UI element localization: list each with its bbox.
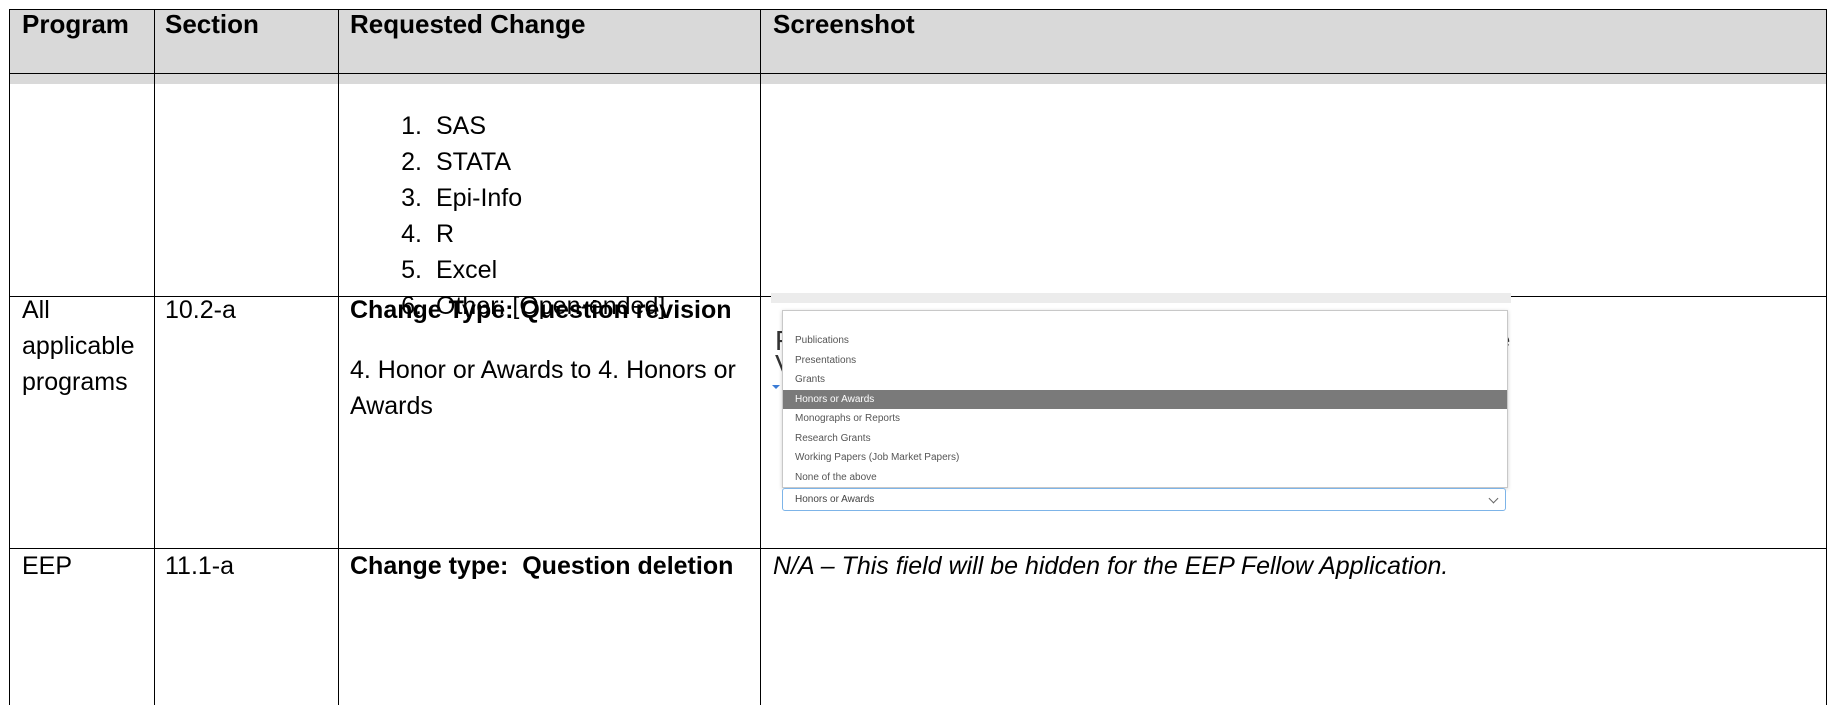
dropdown-option[interactable]: Honors or Awards [783, 389, 1507, 409]
program-line: programs [22, 368, 128, 396]
row3-change-type: Change type: Question deletion [350, 552, 734, 580]
list-item-number: 2. [401, 148, 422, 176]
dropdown-menu[interactable]: Publications Presentations Grants Honors or… [782, 310, 1508, 488]
dropdown-option[interactable]: Grants [783, 370, 1507, 390]
list-item: 3. Epi-Info [374, 180, 665, 216]
change-text-line: 4. Honor or Awards to 4. Honors or [350, 356, 736, 384]
list-item-number: 3. [401, 184, 422, 212]
row3-screenshot-note: N/A – This field will be hidden for the … [773, 552, 1449, 580]
dropdown-option[interactable]: None of the above [783, 468, 1507, 488]
program-line: applicable [22, 332, 135, 360]
award-type-select[interactable]: Honors or Awards [782, 488, 1506, 511]
program-line: All [22, 296, 50, 324]
document-page: Program Section Requested Change Screens… [0, 0, 1828, 705]
list-item: 2. STATA [374, 144, 665, 180]
row-divider [9, 73, 1827, 74]
list-item: 1. SAS [374, 108, 665, 144]
select-value: Honors or Awards [795, 494, 875, 505]
row2-section: 10.2-a [165, 296, 236, 324]
list-item-number: 1. [401, 112, 422, 140]
embedded-screenshot: F V e PublicationsPresentationsGrantsHon… [771, 290, 1511, 515]
list-item-number: 4. [401, 220, 422, 248]
header-program: Program [22, 9, 129, 39]
dropdown-option[interactable]: Presentations [783, 351, 1507, 371]
table-border-top [9, 9, 1827, 10]
column-divider [154, 9, 155, 705]
list-item-text: Epi-Info [436, 184, 523, 212]
row2-change-type: Change Type: Question revision [350, 296, 732, 324]
table-border-right [1826, 9, 1827, 705]
dropdown-option[interactable]: Monographs or Reports [783, 409, 1507, 429]
header-requested-change: Requested Change [350, 9, 586, 39]
list-item-text: SAS [436, 112, 487, 140]
table-border-left [9, 9, 10, 705]
list-item-text: Excel [436, 256, 498, 284]
list-item: 4. R [374, 216, 665, 252]
dropdown-option[interactable]: Publications [783, 331, 1507, 351]
caret-icon [772, 385, 780, 389]
list-item: 5. Excel [374, 252, 665, 288]
change-text-line: Awards [350, 392, 433, 420]
header-section: Section [165, 9, 259, 39]
list-item-text: R [436, 220, 455, 248]
header-screenshot: Screenshot [773, 9, 915, 39]
column-divider [338, 9, 339, 705]
row2-change-text: 4. Honor or Awards to 4. Honors or Award… [350, 352, 736, 424]
column-divider [760, 9, 761, 705]
list-item-text: STATA [436, 148, 511, 176]
dropdown-option[interactable]: Research Grants [783, 429, 1507, 449]
row3-section: 11.1-a [165, 552, 235, 580]
chevron-down-icon [1488, 493, 1499, 504]
row2-program: All applicable programs [22, 292, 135, 400]
dropdown-option[interactable]: Working Papers (Job Market Papers) [783, 448, 1507, 468]
screenshot-topbar [771, 293, 1511, 303]
list-item-number: 5. [401, 256, 422, 284]
row3-program: EEP [22, 552, 73, 580]
dropdown-spacer [783, 311, 1507, 331]
